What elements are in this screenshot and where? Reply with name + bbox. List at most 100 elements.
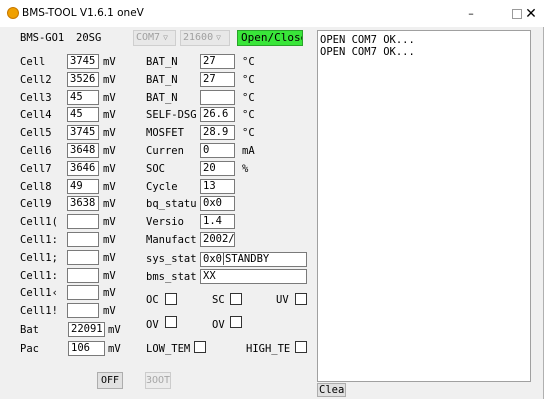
cell-unit: mV [103,234,116,246]
minimize-button[interactable]: – [448,0,494,27]
pac-label: Pac [20,343,39,355]
cell-unit: mV [103,305,116,317]
cell-voltage-field[interactable]: 3648 [67,143,99,158]
cell-voltage-field[interactable]: 3526 [67,72,99,87]
sys-stat-field[interactable]: 0x0 STANDBY [200,252,307,267]
log-line: OPEN COM7 OK... [320,34,415,46]
cell-unit: mV [103,74,116,86]
low-temp-checkbox[interactable] [194,341,206,353]
param-2-field[interactable] [200,90,235,105]
ov-checkbox-1[interactable] [165,316,177,328]
cell-voltage-field[interactable]: 49 [67,179,99,194]
cell-label: Cell4 [20,109,52,121]
cell-voltage-field[interactable]: 3638 [67,196,99,211]
cell-voltage-field[interactable] [67,214,99,229]
open-close-button[interactable]: Open/Close [237,30,303,46]
port-value: COM7 [136,32,161,43]
param-0-unit: °C [242,56,255,68]
sc-checkbox[interactable] [230,293,242,305]
cell-voltage-field[interactable]: 45 [67,90,99,105]
sys-stat-label: sys_stat [146,253,197,265]
param-5-label: Curren [146,145,184,157]
cell-unit: mV [103,56,116,68]
param-10-label: Manufact [146,234,197,246]
close-button[interactable]: ✕ [518,0,544,27]
cell-unit: mV [103,127,116,139]
high-temp-checkbox[interactable] [295,341,307,353]
ov-checkbox-2[interactable] [230,316,242,328]
param-5-unit: mA [242,145,255,157]
sys-stat-text: STANDBY [224,253,270,265]
param-10-field[interactable]: 2002/8/ [200,232,235,247]
param-0-label: BAT_N [146,56,178,68]
window-title: BMS-TOOL V1.6.1 oneV [22,7,144,19]
cell-unit: mV [103,181,116,193]
high-temp-label: HIGH_TE [246,343,291,355]
param-0-field[interactable]: 27 [200,54,235,69]
cell-label: Cell9 [20,198,52,210]
param-7-field[interactable]: 13 [200,179,235,194]
cell-unit: mV [103,252,116,264]
cell-unit: mV [103,287,116,299]
baud-select[interactable]: 21600 ▽ [180,30,230,46]
app-icon [7,7,19,19]
cell-label: Cell1! [20,305,58,317]
cell-unit: mV [103,270,116,282]
param-1-label: BAT_N [146,74,178,86]
param-2-unit: °C [242,92,255,104]
baud-value: 21600 [183,32,214,43]
cell-voltage-field[interactable] [67,303,99,318]
bat-voltage-field[interactable]: 22091 [68,322,105,337]
clear-log-button[interactable]: Clear [317,383,346,397]
cell-label: Cell1: [20,270,58,282]
cell-unit: mV [103,92,116,104]
cell-voltage-field[interactable]: 3745 [67,125,99,140]
bms-stat-label: bms_stat [146,271,197,283]
ov-label-2: OV [212,319,225,331]
param-3-field[interactable]: 26.6 [200,107,235,122]
cell-label: Cell8 [20,181,52,193]
cell-label: Cell5 [20,127,52,139]
bms-stat-field[interactable]: XX [200,269,307,284]
model-label: BMS-GO1 [20,32,65,44]
cell-voltage-field[interactable] [67,285,99,300]
param-3-label: SELF-DSG [146,109,197,121]
cell-voltage-field[interactable] [67,268,99,283]
param-1-unit: °C [242,74,255,86]
param-4-unit: °C [242,127,255,139]
cell-label: Cell1; [20,252,58,264]
uv-checkbox[interactable] [295,293,307,305]
oc-checkbox[interactable] [165,293,177,305]
param-2-label: BAT_N [146,92,178,104]
cell-voltage-field[interactable]: 45 [67,107,99,122]
ov-label-1: OV [146,319,159,331]
cell-voltage-field[interactable]: 3745 [67,54,99,69]
chevron-down-icon: ▽ [163,33,168,42]
cell-voltage-field[interactable] [67,232,99,247]
cell-label: Cell1: [20,234,58,246]
off-button[interactable]: OFF [97,372,123,389]
param-4-field[interactable]: 28.9 [200,125,235,140]
cell-unit: mV [103,145,116,157]
port-select[interactable]: COM7 ▽ [133,30,176,46]
cell-voltage-field[interactable] [67,250,99,265]
param-9-label: Versio [146,216,184,228]
cell-voltage-field[interactable]: 3646 [67,161,99,176]
bat-unit: mV [108,324,121,336]
param-1-field[interactable]: 27 [200,72,235,87]
param-5-field[interactable]: 0 [200,143,235,158]
log-output[interactable]: OPEN COM7 OK... OPEN COM7 OK... [317,30,531,382]
pac-voltage-field[interactable]: 106 [68,341,105,356]
pac-unit: mV [108,343,121,355]
chevron-down-icon: ▽ [216,33,221,42]
param-9-field[interactable]: 1.4 [200,214,235,229]
boot-button[interactable]: 3OOT [145,372,171,389]
series-label: 20SG [76,32,102,44]
cell-unit: mV [103,216,116,228]
cell-unit: mV [103,163,116,175]
param-8-field[interactable]: 0x0 [200,196,235,211]
param-6-field[interactable]: 20 [200,161,235,176]
cell-label: Cell3 [20,92,52,104]
cell-label: Cell [20,56,46,68]
cell-label: Cell1‹ [20,287,58,299]
